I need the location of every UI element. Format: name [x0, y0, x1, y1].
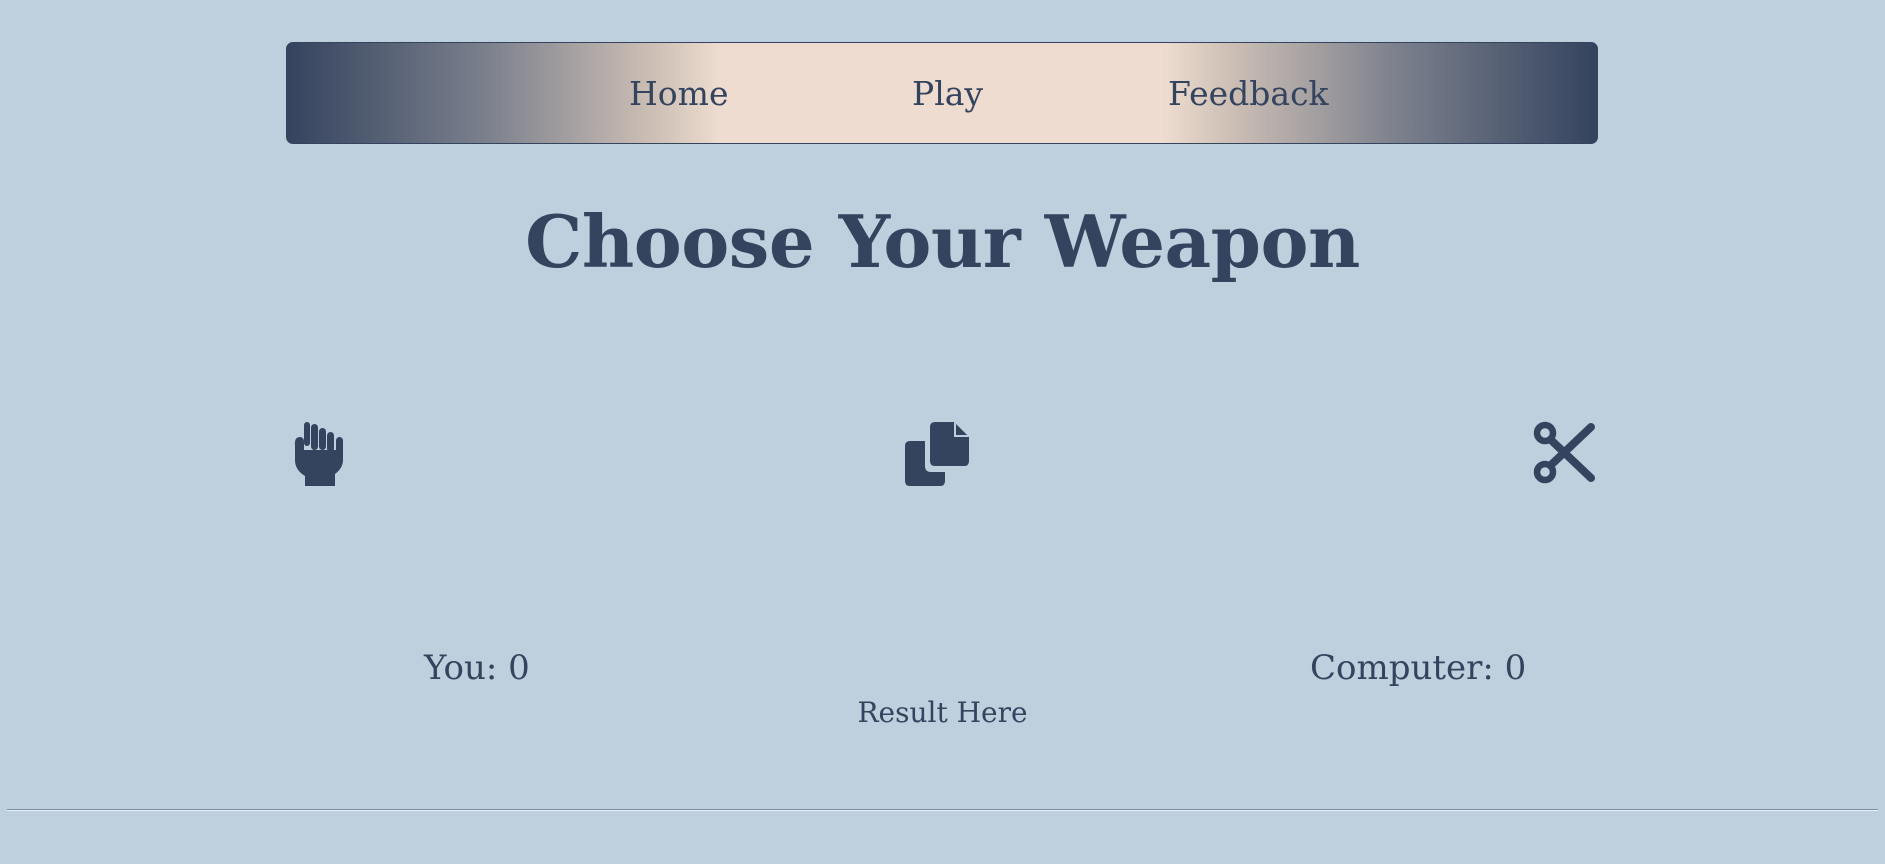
nav-link-home[interactable]: Home — [629, 43, 728, 143]
copy-icon — [905, 422, 969, 486]
paper-button[interactable] — [905, 420, 969, 486]
player-score: You: 0 — [424, 648, 530, 688]
nav-bar: Home Play Feedback — [286, 42, 1598, 144]
rock-button[interactable] — [290, 420, 354, 486]
nav-link-feedback[interactable]: Feedback — [1168, 43, 1329, 143]
nav-link-play[interactable]: Play — [912, 43, 983, 143]
page-title: Choose Your Weapon — [525, 199, 1360, 284]
result-text: Result Here — [857, 696, 1028, 729]
hand-rock-icon — [294, 422, 343, 486]
scissors-button[interactable] — [1533, 420, 1597, 486]
footer-divider — [7, 809, 1878, 811]
scissors-icon — [1533, 421, 1595, 484]
computer-score: Computer: 0 — [1310, 648, 1527, 688]
